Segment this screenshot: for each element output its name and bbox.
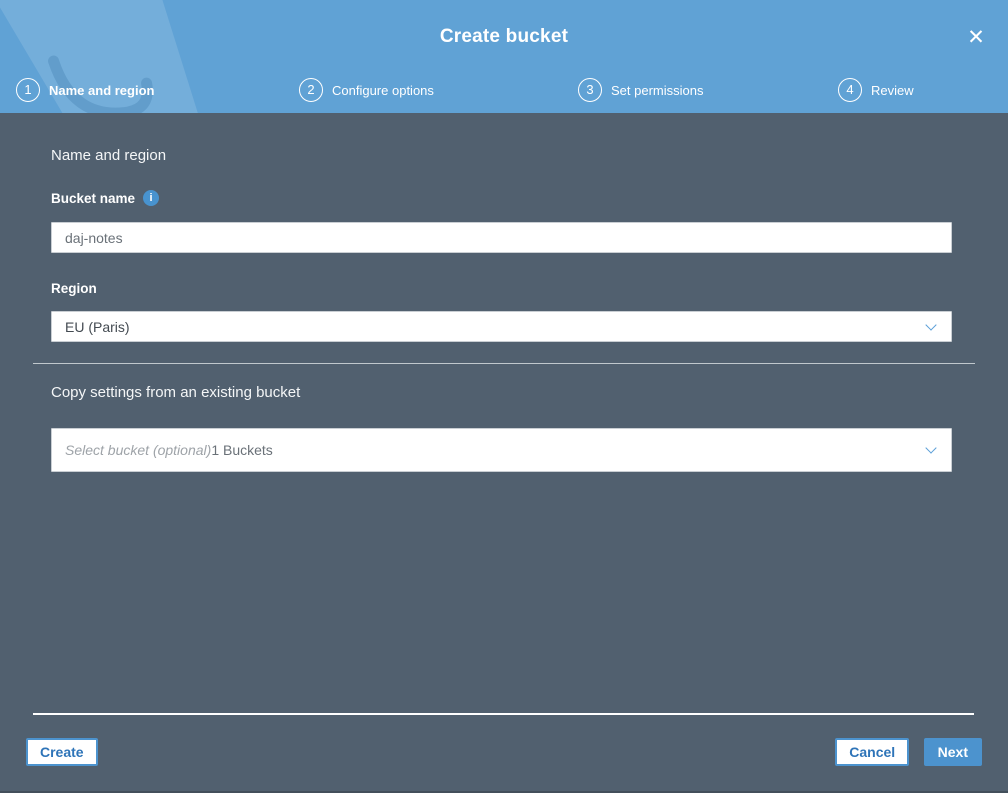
modal-header: Create bucket ✕ 1 Name and region 2 Conf… (0, 0, 1008, 113)
create-bucket-modal: Create bucket ✕ 1 Name and region 2 Conf… (0, 0, 1008, 793)
bucket-name-input[interactable] (51, 222, 952, 253)
step-2-number: 2 (299, 78, 323, 102)
step-4-label: Review (871, 82, 914, 98)
bucket-name-label: Bucket name (51, 190, 136, 206)
step-2-label: Configure options (332, 82, 434, 98)
step-name-and-region[interactable]: 1 Name and region (16, 78, 154, 102)
step-1-label: Name and region (49, 82, 155, 98)
step-3-label: Set permissions (611, 82, 704, 98)
footer-right-buttons: Cancel Next (825, 738, 982, 766)
step-set-permissions[interactable]: 3 Set permissions (578, 78, 703, 102)
region-select-value: EU (Paris) (65, 318, 130, 335)
close-icon[interactable]: ✕ (960, 22, 992, 54)
modal-body: Name and region Bucket name i Region EU … (0, 113, 1008, 793)
copy-bucket-placeholder: Select bucket (optional) (65, 442, 212, 458)
region-label-row: Region (51, 281, 952, 296)
section-divider (33, 363, 975, 364)
bucket-name-label-row: Bucket name i (51, 190, 952, 206)
modal-footer: Create Cancel Next (0, 738, 1008, 768)
step-3-number: 3 (578, 78, 602, 102)
section-heading-name-and-region: Name and region (51, 147, 167, 164)
wizard-steps: 1 Name and region 2 Configure options 3 … (0, 78, 1008, 104)
info-icon[interactable]: i (143, 190, 160, 206)
chevron-down-icon (925, 318, 937, 331)
chevron-down-icon (925, 442, 937, 454)
copy-bucket-select[interactable]: Select bucket (optional) 1 Buckets (51, 428, 952, 472)
step-1-number: 1 (16, 78, 40, 102)
footer-divider (33, 713, 974, 715)
region-select[interactable]: EU (Paris) (51, 311, 952, 342)
create-button[interactable]: Create (26, 738, 98, 766)
step-review[interactable]: 4 Review (838, 78, 914, 102)
region-label: Region (51, 281, 97, 296)
copy-bucket-count: 1 Buckets (211, 442, 273, 458)
modal-title: Create bucket (439, 26, 569, 47)
copy-settings-heading: Copy settings from an existing bucket (51, 384, 301, 401)
cancel-button[interactable]: Cancel (835, 738, 910, 766)
step-4-number: 4 (838, 78, 862, 102)
step-configure-options[interactable]: 2 Configure options (299, 78, 434, 102)
next-button[interactable]: Next (923, 738, 982, 766)
